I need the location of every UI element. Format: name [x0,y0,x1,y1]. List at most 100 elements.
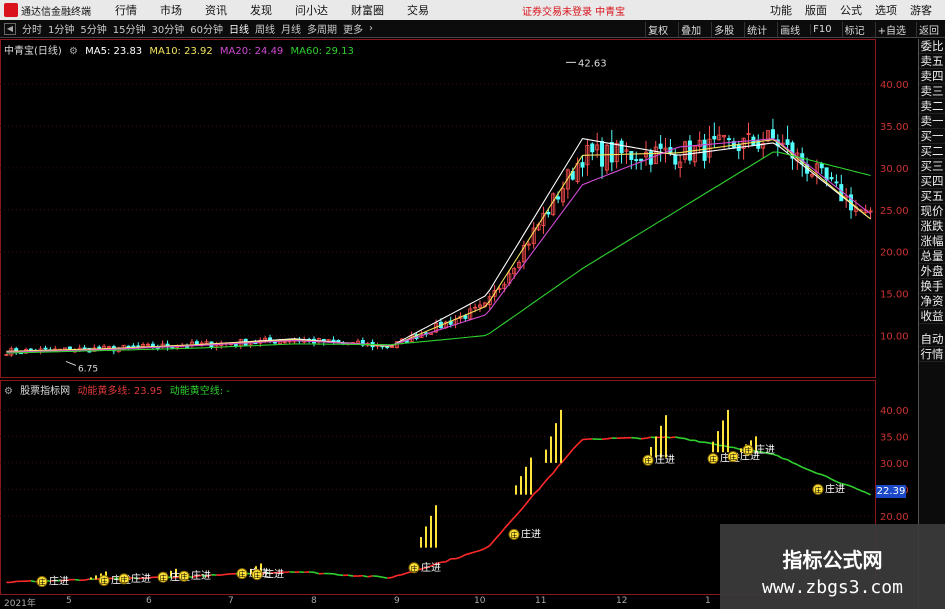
date-tick: 2021年 [4,599,36,609]
y-tick-label: 35.00 [880,432,909,443]
badge-char: 庄 [730,453,737,462]
badge-char: 庄 [411,564,418,573]
indicator-line2: 动能黄空线: - [169,386,230,397]
add-watchlist-button[interactable]: +自选 [874,21,908,37]
side-item-7[interactable]: 买二 [919,144,945,159]
menu-formula[interactable]: 公式 [840,2,862,18]
menu-layout[interactable]: 版面 [805,2,827,18]
menu-function[interactable]: 功能 [770,2,792,18]
mark-button[interactable]: 标记 [841,21,867,37]
menu-quotes[interactable]: 行情 [115,2,137,18]
side-item-8[interactable]: 买三 [919,159,945,174]
side-item-14[interactable]: 总量 [919,249,945,264]
period-monthly[interactable]: 月线 [281,21,301,36]
signal-bar [555,423,557,463]
signal-bar [420,537,422,548]
side-item-16[interactable]: 换手 [919,279,945,294]
period-intraday[interactable]: 分时 [22,21,42,36]
side-item-18[interactable]: 收益 [919,309,945,324]
period-30min[interactable]: 30分钟 [151,21,184,36]
login-notice[interactable]: 证券交易未登录 中青宝 [522,3,625,18]
indicator-segment [348,574,354,577]
badge-char: 庄 [710,455,717,464]
indicator-segment [645,436,652,440]
side-item-4[interactable]: 卖二 [919,99,945,114]
adjust-button[interactable]: 复权 [645,21,670,37]
stats-button[interactable]: 统计 [744,21,769,37]
candle-body [658,143,663,149]
candle-body [609,142,614,163]
gear-icon[interactable]: ⚙ [4,386,13,397]
menu-trade[interactable]: 交易 [407,2,429,18]
side-auto-item-1[interactable]: 行情 [919,347,945,362]
date-tick: 7 [228,596,234,606]
indicator-segment [494,533,501,541]
sub-legend: ⚙ 股票指标网 动能黄多线: 23.95 动能黄空线: - [4,382,234,397]
period-1min[interactable]: 1分钟 [48,21,74,36]
candle-body [819,163,824,169]
period-5min[interactable]: 5分钟 [80,21,106,36]
multi-stock-button[interactable]: 多股 [711,21,736,37]
indicator-segment [503,522,510,529]
low-label: 6.75 [78,364,98,374]
indicator-segment [489,539,496,547]
y-tick-label: 35.00 [880,122,909,133]
return-button[interactable]: 返回 [916,21,941,37]
period-60min[interactable]: 60分钟 [190,21,223,36]
side-item-6[interactable]: 买一 [919,129,945,144]
menu-market[interactable]: 市场 [160,2,182,18]
side-auto-item-0[interactable]: 自动 [919,332,945,347]
ma-line-ma60 [6,151,871,354]
indicator-segment [704,441,710,444]
period-weekly[interactable]: 周线 [255,21,275,36]
current-value-badge: 22.39 [876,485,906,498]
ma10-label: MA10: 23.92 [149,46,213,57]
f10-button[interactable]: F10 [810,23,833,35]
menu-guest[interactable]: 游客 [910,2,932,18]
side-separator [919,324,945,332]
candle-body [834,181,839,184]
draw-button[interactable]: 画线 [777,21,802,37]
side-item-11[interactable]: 现价 [919,204,945,219]
menu-ask[interactable]: 问小达 [295,2,328,18]
side-item-15[interactable]: 外盘 [919,264,945,279]
zhuangjin-label: 庄进 [264,568,284,581]
side-item-12[interactable]: 涨跌 [919,219,945,234]
side-item-17[interactable]: 净资 [919,294,945,309]
menu-options[interactable]: 选项 [875,2,897,18]
side-item-13[interactable]: 涨幅 [919,234,945,249]
y-tick-label: 40.00 [880,406,909,417]
indicator-segment [391,574,398,579]
side-item-10[interactable]: 买五 [919,189,945,204]
candle-body [556,196,561,200]
overlay-button[interactable]: 叠加 [678,21,703,37]
indicator-segment [470,551,476,555]
indicator-segment [816,472,822,476]
badge-char: 庄 [511,530,518,539]
period-multi[interactable]: 多周期 [307,21,337,36]
period-more[interactable]: 更多 [343,21,363,36]
period-15min[interactable]: 15分钟 [113,21,146,36]
indicator-segment [636,437,642,440]
side-item-0[interactable]: 委比 [919,39,945,54]
gear-icon[interactable]: ⚙ [69,46,78,57]
menu-news[interactable]: 资讯 [205,2,227,18]
y-tick-label: 10.00 [880,331,909,342]
signal-bar [712,441,714,453]
indicator-segment [333,573,339,576]
menu-wealth[interactable]: 财富圈 [351,2,384,18]
side-item-1[interactable]: 卖五 [919,54,945,69]
main-kline-chart[interactable]: 40.00 35.00 30.00 25.00 20.00 15.00 10.00 42.63… [0,39,918,379]
period-daily[interactable]: 日线 [229,21,249,36]
indicator-segment [362,574,368,578]
menu-discover[interactable]: 发现 [250,2,272,18]
side-item-5[interactable]: 卖一 [919,114,945,129]
side-item-2[interactable]: 卖四 [919,69,945,84]
side-item-9[interactable]: 买四 [919,174,945,189]
chevron-right-icon[interactable]: › [369,23,373,34]
indicator-segment [826,475,832,480]
back-arrow-icon[interactable]: ◀ [4,22,16,35]
indicator-segment [518,505,525,513]
candle-body [712,135,717,140]
side-item-3[interactable]: 卖三 [919,84,945,99]
